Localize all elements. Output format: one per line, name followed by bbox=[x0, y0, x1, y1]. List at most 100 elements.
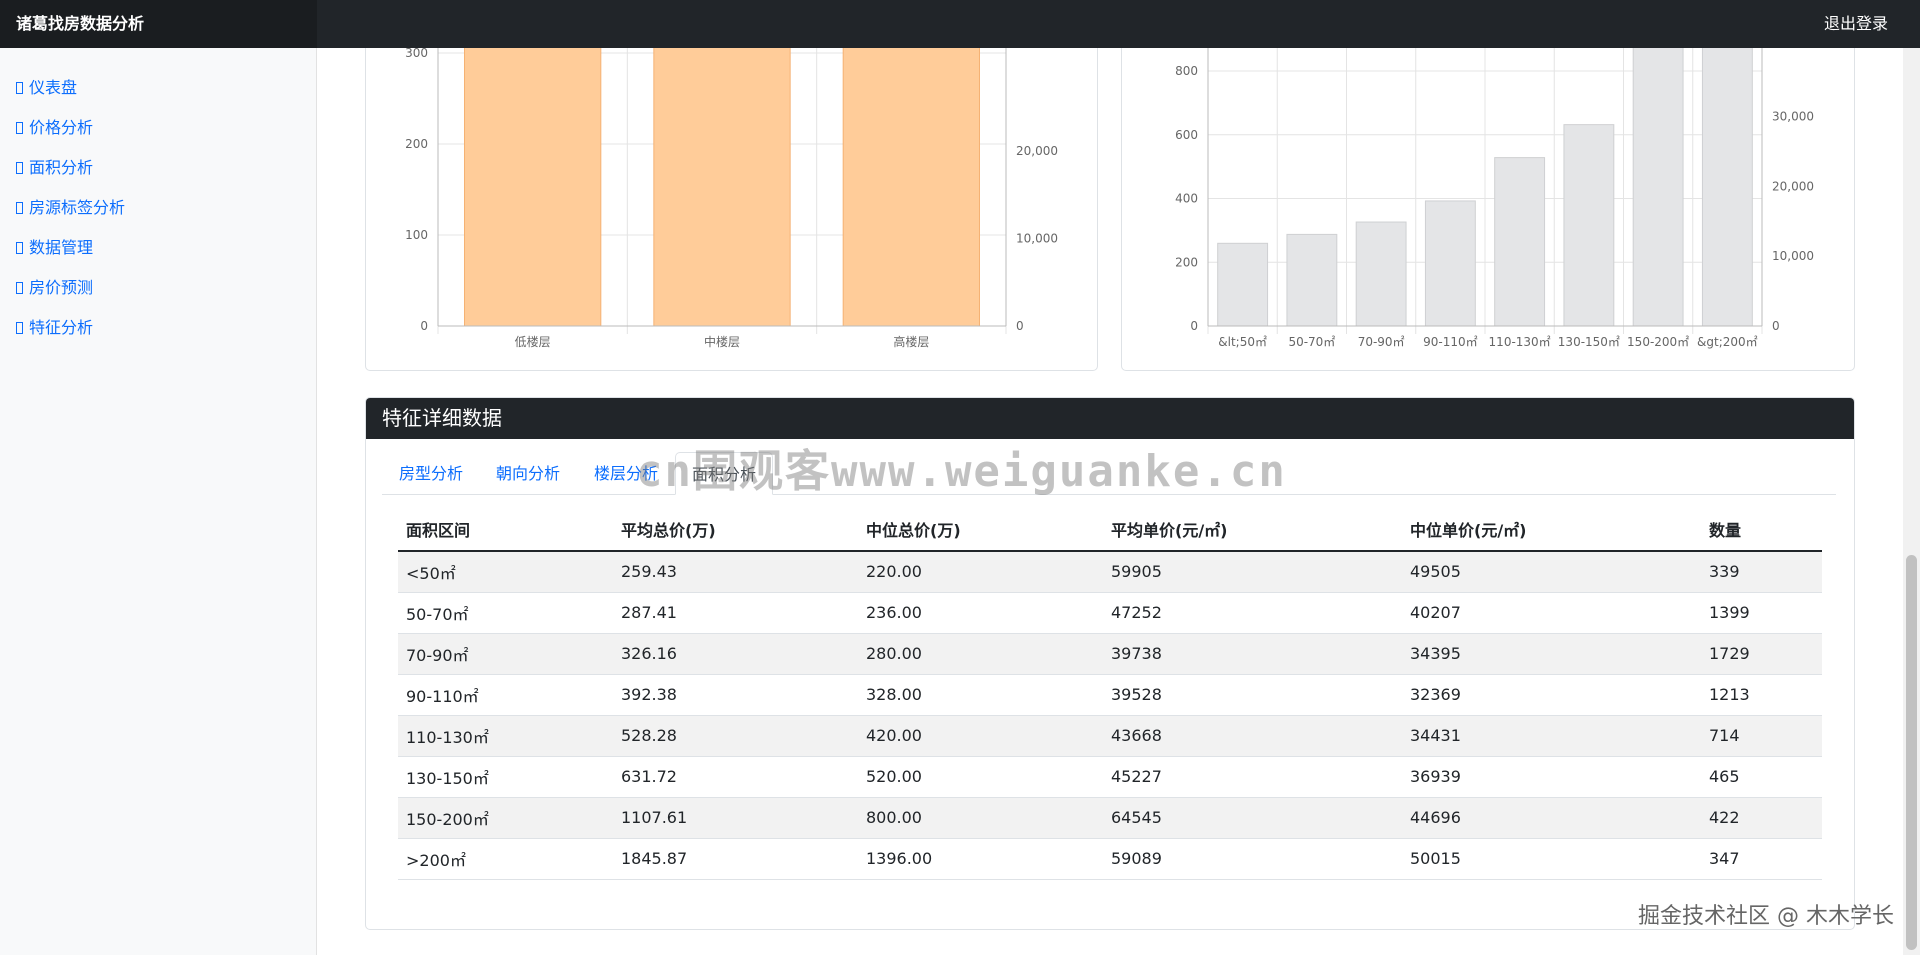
app-title[interactable]: 诸葛找房数据分析 bbox=[0, 0, 317, 48]
table-cell: 34431 bbox=[1402, 715, 1701, 757]
table-row: 70-90㎡ 326.16 280.00 39738 34395 1729 bbox=[398, 633, 1822, 675]
table-cell: 59905 bbox=[1103, 551, 1402, 593]
logout-link[interactable]: 退出登录 bbox=[1824, 0, 1888, 48]
bar bbox=[1424, 200, 1476, 327]
table-cell: 420.00 bbox=[858, 715, 1103, 757]
x-tick-label: &gt;200㎡ bbox=[1697, 335, 1758, 349]
table-cell: 280.00 bbox=[858, 633, 1103, 675]
x-tick-label: 中楼层 bbox=[704, 334, 740, 349]
sidebar: 仪表盘 价格分析 面积分析 房源标签分析 数据管理 房价预测 特征分析 bbox=[0, 48, 317, 955]
y2-tick-label: 10,000 bbox=[1772, 249, 1814, 263]
y-tick-label: 0 bbox=[420, 319, 428, 333]
x-tick-label: 150-200㎡ bbox=[1627, 335, 1689, 349]
sidebar-item-label: 房价预测 bbox=[29, 278, 94, 297]
table-cell: 1729 bbox=[1701, 633, 1822, 675]
bar bbox=[1355, 221, 1407, 327]
x-tick-label: 高楼层 bbox=[893, 334, 929, 349]
y2-tick-label: 20,000 bbox=[1772, 179, 1814, 193]
table-cell: 347 bbox=[1701, 838, 1822, 880]
table-cell: 287.41 bbox=[613, 592, 858, 634]
sidebar-item-label: 房源标签分析 bbox=[29, 198, 126, 217]
table-cell: 45227 bbox=[1103, 756, 1402, 798]
area-chart-card: 0 200 400 600 800 0 10,000 20,000 30,000 &lt;50㎡ 5… bbox=[1121, 20, 1855, 371]
y-tick-label: 300 bbox=[405, 46, 428, 60]
y-tick-label: 800 bbox=[1175, 64, 1198, 78]
table-cell: 339 bbox=[1701, 551, 1822, 593]
sidebar-item-price-analysis[interactable]: 价格分析 bbox=[16, 114, 93, 138]
table-cell: 1396.00 bbox=[858, 838, 1103, 880]
floor-chart: 0 100 200 300 0 10,000 20,000 低楼层 中楼层 高楼层 bbox=[405, 20, 1058, 349]
table-cell: 1213 bbox=[1701, 674, 1822, 716]
area-detail-table: 面积区间 平均总价(万) 中位总价(万) 平均单价(元/㎡) 中位单价(元/㎡)… bbox=[398, 508, 1822, 880]
y-tick-label: 200 bbox=[1175, 255, 1198, 269]
table-cell: 110-130㎡ bbox=[398, 715, 613, 757]
y-tick-label: 0 bbox=[1190, 319, 1198, 333]
tab-room-type[interactable]: 房型分析 bbox=[399, 452, 463, 495]
table-cell: 1845.87 bbox=[613, 838, 858, 880]
column-header: 面积区间 bbox=[398, 508, 613, 552]
table-cell: >200㎡ bbox=[398, 838, 613, 880]
table-cell: 392.38 bbox=[613, 674, 858, 716]
table-cell: 528.28 bbox=[613, 715, 858, 757]
bar bbox=[653, 20, 791, 327]
table-row: 110-130㎡ 528.28 420.00 43668 34431 714 bbox=[398, 715, 1822, 757]
table-cell: 520.00 bbox=[858, 756, 1103, 798]
column-header: 中位总价(万) bbox=[858, 508, 1103, 552]
price-icon bbox=[16, 122, 23, 134]
x-tick-label: 110-130㎡ bbox=[1489, 335, 1551, 349]
bar bbox=[1286, 233, 1338, 327]
detail-card-title: 特征详细数据 bbox=[366, 398, 1854, 439]
sidebar-item-dashboard[interactable]: 仪表盘 bbox=[16, 74, 77, 98]
sidebar-item-feature-analysis[interactable]: 特征分析 bbox=[16, 314, 93, 338]
x-tick-label: &lt;50㎡ bbox=[1218, 335, 1267, 349]
table-cell: 59089 bbox=[1103, 838, 1402, 880]
sidebar-item-area-analysis[interactable]: 面积分析 bbox=[16, 154, 93, 178]
table-cell: 64545 bbox=[1103, 797, 1402, 839]
table-cell: 50-70㎡ bbox=[398, 592, 613, 634]
table-cell: 70-90㎡ bbox=[398, 633, 613, 675]
table-cell: 150-200㎡ bbox=[398, 797, 613, 839]
sidebar-item-label: 特征分析 bbox=[29, 318, 94, 337]
bar bbox=[1701, 20, 1753, 327]
tag-icon bbox=[16, 202, 23, 214]
table-cell: 326.16 bbox=[613, 633, 858, 675]
table-cell: 259.43 bbox=[613, 551, 858, 593]
table-cell: 39528 bbox=[1103, 674, 1402, 716]
y2-tick-label: 10,000 bbox=[1016, 231, 1058, 245]
table-cell: 47252 bbox=[1103, 592, 1402, 634]
table-cell: <50㎡ bbox=[398, 551, 613, 593]
table-cell: 800.00 bbox=[858, 797, 1103, 839]
table-row: 90-110㎡ 392.38 328.00 39528 32369 1213 bbox=[398, 674, 1822, 716]
dashboard-icon bbox=[16, 82, 23, 94]
table-header-row: 面积区间 平均总价(万) 中位总价(万) 平均单价(元/㎡) 中位单价(元/㎡)… bbox=[398, 508, 1822, 552]
table-cell: 50015 bbox=[1402, 838, 1701, 880]
column-header: 平均总价(万) bbox=[613, 508, 858, 552]
table-row: 150-200㎡ 1107.61 800.00 64545 44696 422 bbox=[398, 797, 1822, 839]
feature-icon bbox=[16, 322, 23, 334]
table-cell: 1107.61 bbox=[613, 797, 858, 839]
table-cell: 328.00 bbox=[858, 674, 1103, 716]
tab-orientation[interactable]: 朝向分析 bbox=[496, 452, 560, 495]
column-header: 数量 bbox=[1701, 508, 1822, 552]
column-header: 中位单价(元/㎡) bbox=[1402, 508, 1701, 552]
sidebar-item-tag-analysis[interactable]: 房源标签分析 bbox=[16, 194, 125, 218]
page-scrollbar[interactable] bbox=[1903, 0, 1920, 955]
table-cell: 40207 bbox=[1402, 592, 1701, 634]
bar bbox=[1563, 124, 1615, 327]
table-cell: 32369 bbox=[1402, 674, 1701, 716]
y2-tick-label: 0 bbox=[1772, 319, 1780, 333]
x-tick-label: 低楼层 bbox=[515, 334, 551, 349]
sidebar-item-label: 面积分析 bbox=[29, 158, 94, 177]
table-cell: 44696 bbox=[1402, 797, 1701, 839]
table-row: 130-150㎡ 631.72 520.00 45227 36939 465 bbox=[398, 756, 1822, 798]
column-header: 平均单价(元/㎡) bbox=[1103, 508, 1402, 552]
sidebar-item-price-prediction[interactable]: 房价预测 bbox=[16, 274, 93, 298]
sidebar-item-data-management[interactable]: 数据管理 bbox=[16, 234, 93, 258]
scrollbar-thumb[interactable] bbox=[1906, 555, 1917, 950]
x-tick-label: 70-90㎡ bbox=[1358, 335, 1405, 349]
sidebar-item-label: 价格分析 bbox=[29, 118, 94, 137]
x-tick-label: 130-150㎡ bbox=[1558, 335, 1620, 349]
table-cell: 90-110㎡ bbox=[398, 674, 613, 716]
table-cell: 465 bbox=[1701, 756, 1822, 798]
table-cell: 36939 bbox=[1402, 756, 1701, 798]
